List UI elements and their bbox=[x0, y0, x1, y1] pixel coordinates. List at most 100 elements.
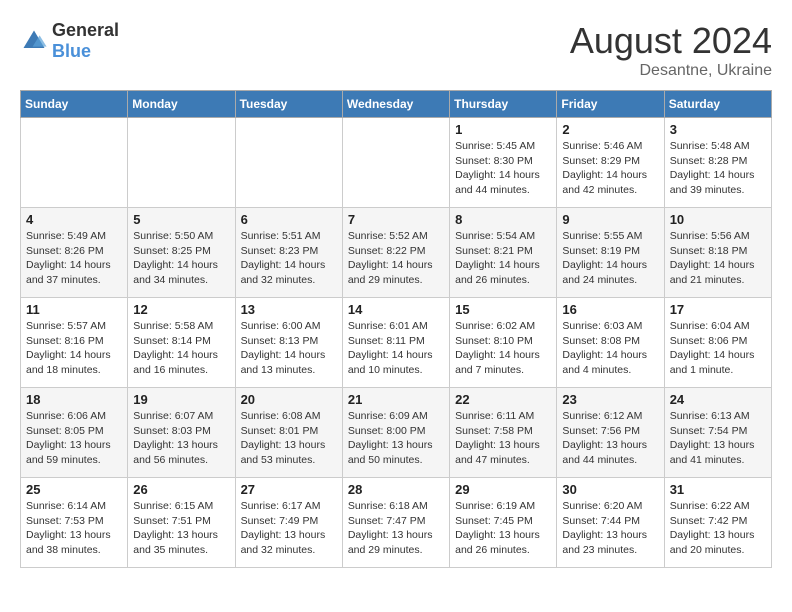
calendar-cell bbox=[21, 118, 128, 208]
day-number: 28 bbox=[348, 482, 444, 497]
weekday-header: Thursday bbox=[450, 91, 557, 118]
calendar-header-row: SundayMondayTuesdayWednesdayThursdayFrid… bbox=[21, 91, 772, 118]
day-info: Sunrise: 6:18 AM Sunset: 7:47 PM Dayligh… bbox=[348, 499, 444, 558]
calendar-cell: 7 Sunrise: 5:52 AM Sunset: 8:22 PM Daylig… bbox=[342, 208, 449, 298]
calendar-week-row: 1 Sunrise: 5:45 AM Sunset: 8:30 PM Daylig… bbox=[21, 118, 772, 208]
calendar-cell: 24 Sunrise: 6:13 AM Sunset: 7:54 PM Dayli… bbox=[664, 388, 771, 478]
day-info: Sunrise: 5:54 AM Sunset: 8:21 PM Dayligh… bbox=[455, 229, 551, 288]
calendar-cell bbox=[235, 118, 342, 208]
calendar-cell: 18 Sunrise: 6:06 AM Sunset: 8:05 PM Dayli… bbox=[21, 388, 128, 478]
day-info: Sunrise: 6:12 AM Sunset: 7:56 PM Dayligh… bbox=[562, 409, 658, 468]
calendar-cell: 16Sunrise: 6:03 AM Sunset: 8:08 PM Dayli… bbox=[557, 298, 664, 388]
calendar-week-row: 25 Sunrise: 6:14 AM Sunset: 7:53 PM Dayli… bbox=[21, 478, 772, 568]
calendar-cell: 1 Sunrise: 5:45 AM Sunset: 8:30 PM Daylig… bbox=[450, 118, 557, 208]
calendar-cell: 15 Sunrise: 6:02 AM Sunset: 8:10 PM Dayli… bbox=[450, 298, 557, 388]
day-info: Sunrise: 5:50 AM Sunset: 8:25 PM Dayligh… bbox=[133, 229, 229, 288]
day-info: Sunrise: 6:19 AM Sunset: 7:45 PM Dayligh… bbox=[455, 499, 551, 558]
logo-icon bbox=[20, 27, 48, 55]
day-info: Sunrise: 6:14 AM Sunset: 7:53 PM Dayligh… bbox=[26, 499, 122, 558]
calendar-cell: 13 Sunrise: 6:00 AM Sunset: 8:13 PM Dayli… bbox=[235, 298, 342, 388]
day-number: 15 bbox=[455, 302, 551, 317]
calendar-cell: 19Sunrise: 6:07 AM Sunset: 8:03 PM Dayli… bbox=[128, 388, 235, 478]
calendar-cell bbox=[128, 118, 235, 208]
day-number: 24 bbox=[670, 392, 766, 407]
day-info: Sunrise: 6:00 AM Sunset: 8:13 PM Dayligh… bbox=[241, 319, 337, 378]
location: Desantne, Ukraine bbox=[570, 62, 772, 80]
calendar-cell: 26Sunrise: 6:15 AM Sunset: 7:51 PM Dayli… bbox=[128, 478, 235, 568]
day-number: 25 bbox=[26, 482, 122, 497]
day-info: Sunrise: 5:56 AM Sunset: 8:18 PM Dayligh… bbox=[670, 229, 766, 288]
day-info: Sunrise: 6:07 AM Sunset: 8:03 PM Dayligh… bbox=[133, 409, 229, 468]
day-info: Sunrise: 6:01 AM Sunset: 8:11 PM Dayligh… bbox=[348, 319, 444, 378]
day-number: 6 bbox=[241, 212, 337, 227]
calendar-cell: 31 Sunrise: 6:22 AM Sunset: 7:42 PM Dayli… bbox=[664, 478, 771, 568]
day-number: 8 bbox=[455, 212, 551, 227]
day-number: 17 bbox=[670, 302, 766, 317]
calendar-cell: 23 Sunrise: 6:12 AM Sunset: 7:56 PM Dayli… bbox=[557, 388, 664, 478]
calendar-cell: 29 Sunrise: 6:19 AM Sunset: 7:45 PM Dayli… bbox=[450, 478, 557, 568]
day-info: Sunrise: 5:52 AM Sunset: 8:22 PM Dayligh… bbox=[348, 229, 444, 288]
day-number: 10 bbox=[670, 212, 766, 227]
day-number: 5 bbox=[133, 212, 229, 227]
day-number: 30 bbox=[562, 482, 658, 497]
calendar-cell: 10 Sunrise: 5:56 AM Sunset: 8:18 PM Dayli… bbox=[664, 208, 771, 298]
day-number: 7 bbox=[348, 212, 444, 227]
calendar-week-row: 18 Sunrise: 6:06 AM Sunset: 8:05 PM Dayli… bbox=[21, 388, 772, 478]
day-info: Sunrise: 6:13 AM Sunset: 7:54 PM Dayligh… bbox=[670, 409, 766, 468]
calendar-week-row: 11Sunrise: 5:57 AM Sunset: 8:16 PM Dayli… bbox=[21, 298, 772, 388]
day-info: Sunrise: 6:17 AM Sunset: 7:49 PM Dayligh… bbox=[241, 499, 337, 558]
weekday-header: Tuesday bbox=[235, 91, 342, 118]
calendar-cell: 20Sunrise: 6:08 AM Sunset: 8:01 PM Dayli… bbox=[235, 388, 342, 478]
title-section: August 2024 Desantne, Ukraine bbox=[570, 20, 772, 80]
day-number: 1 bbox=[455, 122, 551, 137]
day-number: 20 bbox=[241, 392, 337, 407]
day-number: 31 bbox=[670, 482, 766, 497]
day-info: Sunrise: 5:48 AM Sunset: 8:28 PM Dayligh… bbox=[670, 139, 766, 198]
calendar-cell: 28 Sunrise: 6:18 AM Sunset: 7:47 PM Dayli… bbox=[342, 478, 449, 568]
calendar-cell bbox=[342, 118, 449, 208]
day-info: Sunrise: 6:11 AM Sunset: 7:58 PM Dayligh… bbox=[455, 409, 551, 468]
day-number: 16 bbox=[562, 302, 658, 317]
calendar-cell: 14 Sunrise: 6:01 AM Sunset: 8:11 PM Dayli… bbox=[342, 298, 449, 388]
day-info: Sunrise: 5:57 AM Sunset: 8:16 PM Dayligh… bbox=[26, 319, 122, 378]
logo-general: General bbox=[52, 20, 119, 40]
day-number: 26 bbox=[133, 482, 229, 497]
day-info: Sunrise: 6:22 AM Sunset: 7:42 PM Dayligh… bbox=[670, 499, 766, 558]
weekday-header: Wednesday bbox=[342, 91, 449, 118]
day-info: Sunrise: 5:45 AM Sunset: 8:30 PM Dayligh… bbox=[455, 139, 551, 198]
day-number: 23 bbox=[562, 392, 658, 407]
calendar-cell: 4 Sunrise: 5:49 AM Sunset: 8:26 PM Daylig… bbox=[21, 208, 128, 298]
day-number: 2 bbox=[562, 122, 658, 137]
day-number: 9 bbox=[562, 212, 658, 227]
day-number: 4 bbox=[26, 212, 122, 227]
calendar-cell: 9Sunrise: 5:55 AM Sunset: 8:19 PM Daylig… bbox=[557, 208, 664, 298]
day-number: 14 bbox=[348, 302, 444, 317]
day-info: Sunrise: 6:06 AM Sunset: 8:05 PM Dayligh… bbox=[26, 409, 122, 468]
calendar-cell: 30 Sunrise: 6:20 AM Sunset: 7:44 PM Dayli… bbox=[557, 478, 664, 568]
weekday-header: Friday bbox=[557, 91, 664, 118]
calendar-cell: 3 Sunrise: 5:48 AM Sunset: 8:28 PM Daylig… bbox=[664, 118, 771, 208]
calendar-cell: 22 Sunrise: 6:11 AM Sunset: 7:58 PM Dayli… bbox=[450, 388, 557, 478]
calendar-cell: 6Sunrise: 5:51 AM Sunset: 8:23 PM Daylig… bbox=[235, 208, 342, 298]
day-number: 13 bbox=[241, 302, 337, 317]
calendar-cell: 5 Sunrise: 5:50 AM Sunset: 8:25 PM Daylig… bbox=[128, 208, 235, 298]
calendar-cell: 25 Sunrise: 6:14 AM Sunset: 7:53 PM Dayli… bbox=[21, 478, 128, 568]
day-number: 18 bbox=[26, 392, 122, 407]
day-number: 22 bbox=[455, 392, 551, 407]
calendar-cell: 8 Sunrise: 5:54 AM Sunset: 8:21 PM Daylig… bbox=[450, 208, 557, 298]
day-number: 27 bbox=[241, 482, 337, 497]
weekday-header: Saturday bbox=[664, 91, 771, 118]
calendar-table: SundayMondayTuesdayWednesdayThursdayFrid… bbox=[20, 90, 772, 568]
day-info: Sunrise: 5:58 AM Sunset: 8:14 PM Dayligh… bbox=[133, 319, 229, 378]
day-info: Sunrise: 6:02 AM Sunset: 8:10 PM Dayligh… bbox=[455, 319, 551, 378]
day-number: 21 bbox=[348, 392, 444, 407]
day-info: Sunrise: 5:46 AM Sunset: 8:29 PM Dayligh… bbox=[562, 139, 658, 198]
day-number: 29 bbox=[455, 482, 551, 497]
day-info: Sunrise: 6:20 AM Sunset: 7:44 PM Dayligh… bbox=[562, 499, 658, 558]
calendar-cell: 11Sunrise: 5:57 AM Sunset: 8:16 PM Dayli… bbox=[21, 298, 128, 388]
day-number: 3 bbox=[670, 122, 766, 137]
day-info: Sunrise: 5:49 AM Sunset: 8:26 PM Dayligh… bbox=[26, 229, 122, 288]
month-year: August 2024 bbox=[570, 20, 772, 62]
calendar-cell: 2 Sunrise: 5:46 AM Sunset: 8:29 PM Daylig… bbox=[557, 118, 664, 208]
day-info: Sunrise: 6:04 AM Sunset: 8:06 PM Dayligh… bbox=[670, 319, 766, 378]
